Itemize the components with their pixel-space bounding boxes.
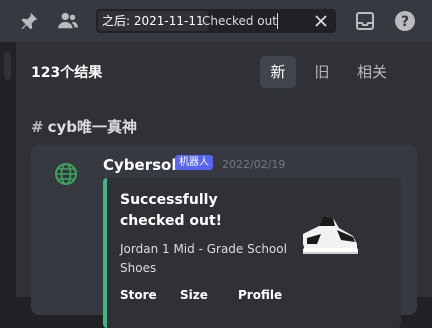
sneaker-thumbnail[interactable] <box>297 204 363 264</box>
inbox-icon[interactable] <box>353 9 377 33</box>
top-toolbar: 之后: 2021-11-11 Checked out ? <box>0 0 432 42</box>
field-profile-label: Profile <box>238 288 283 302</box>
field-size-label: Size <box>180 288 208 302</box>
result-count: 123个结果 <box>31 65 103 81</box>
search-results-panel: 123个结果 新 旧 相关 # cyb唯一真神 Cybersole 机器人 202… <box>16 42 432 328</box>
results-header: 123个结果 新 旧 相关 <box>16 42 432 98</box>
search-input[interactable]: 之后: 2021-11-11 Checked out <box>96 9 336 33</box>
bot-badge: 机器人 <box>175 155 213 170</box>
sort-newest-tab[interactable]: 新 <box>260 56 296 88</box>
text-caret <box>277 13 278 29</box>
search-query-text: Checked out <box>202 14 277 28</box>
avatar[interactable] <box>51 159 81 189</box>
pin-icon[interactable] <box>17 9 41 33</box>
sort-oldest-tab[interactable]: 旧 <box>306 56 338 88</box>
embed-title: Successfully checked out! <box>120 192 223 229</box>
search-result-card[interactable]: Cybersole 机器人 2022/02/19 Successfully ch… <box>31 145 417 328</box>
channel-hash-icon: # <box>31 118 44 136</box>
message-timestamp: 2022/02/19 <box>222 158 286 171</box>
members-icon[interactable] <box>56 9 80 33</box>
scrollbar-thumb[interactable] <box>4 52 11 80</box>
scrollbar-track[interactable] <box>0 42 16 297</box>
close-icon[interactable] <box>312 12 330 30</box>
search-filter-chip[interactable]: 之后: 2021-11-11 <box>98 11 208 31</box>
message-embed: Successfully checked out! Jordan 1 Mid -… <box>103 178 401 328</box>
svg-text:?: ? <box>401 14 409 30</box>
channel-heading[interactable]: # cyb唯一真神 <box>31 116 137 137</box>
channel-name: cyb唯一真神 <box>47 118 137 136</box>
sort-relevant-tab[interactable]: 相关 <box>348 56 396 88</box>
embed-description: Jordan 1 Mid - Grade School Shoes <box>120 242 287 275</box>
help-icon[interactable]: ? <box>393 9 417 33</box>
field-store-label: Store <box>120 288 157 302</box>
